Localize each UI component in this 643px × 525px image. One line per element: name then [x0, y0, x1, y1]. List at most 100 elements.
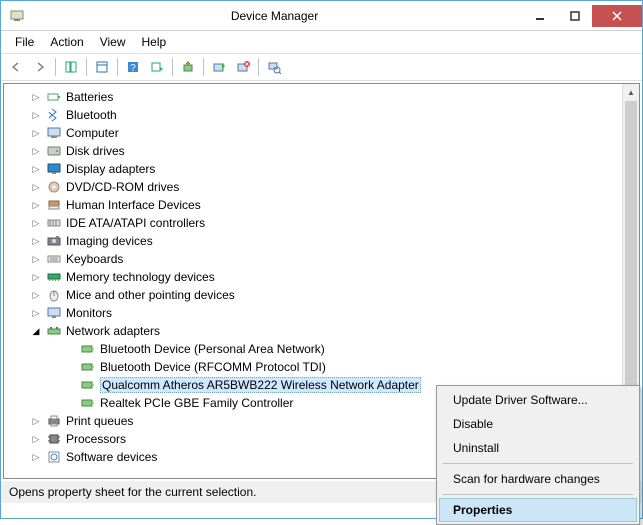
- expand-icon[interactable]: ▷: [30, 145, 42, 157]
- toolbar-separator: [203, 58, 204, 76]
- expand-icon[interactable]: ▷: [30, 253, 42, 265]
- tree-category[interactable]: ▷ IDE ATA/ATAPI controllers: [4, 214, 639, 232]
- category-label: Batteries: [66, 90, 113, 104]
- status-text: Opens property sheet for the current sel…: [9, 485, 256, 499]
- forward-button[interactable]: [29, 56, 51, 78]
- nic-icon: [80, 359, 96, 375]
- show-hide-console-button[interactable]: [60, 56, 82, 78]
- menu-help[interactable]: Help: [134, 33, 175, 51]
- context-menu-separator: [443, 463, 633, 464]
- device-label: Realtek PCIe GBE Family Controller: [100, 396, 293, 410]
- network-icon: [46, 323, 62, 339]
- scroll-thumb[interactable]: [625, 101, 637, 389]
- expand-icon[interactable]: ▷: [30, 181, 42, 193]
- expand-icon[interactable]: ▷: [30, 307, 42, 319]
- minimize-button[interactable]: [522, 5, 557, 27]
- expand-icon[interactable]: ▷: [30, 235, 42, 247]
- toolbar-separator: [117, 58, 118, 76]
- expand-icon[interactable]: ▷: [30, 127, 42, 139]
- tree-category[interactable]: ▷Imaging devices: [4, 232, 639, 250]
- context-menu-item[interactable]: Properties: [439, 498, 637, 522]
- category-label: Human Interface Devices: [66, 198, 201, 212]
- battery-icon: [46, 89, 62, 105]
- toolbar-separator: [258, 58, 259, 76]
- uninstall-button[interactable]: [232, 56, 254, 78]
- expand-icon[interactable]: ▷: [30, 271, 42, 283]
- ide-icon: [46, 215, 62, 231]
- app-icon: [9, 7, 27, 25]
- nic-icon: [80, 377, 96, 393]
- tree-device[interactable]: Bluetooth Device (Personal Area Network): [4, 340, 639, 358]
- context-menu-item[interactable]: Disable: [439, 412, 637, 436]
- expand-icon[interactable]: ▷: [30, 415, 42, 427]
- tree-category[interactable]: ▷ Mice and other pointing devices: [4, 286, 639, 304]
- enable-button[interactable]: [208, 56, 230, 78]
- tree-category[interactable]: ▷ Batteries: [4, 88, 639, 106]
- tree-category[interactable]: ▷ Monitors: [4, 304, 639, 322]
- tree-category[interactable]: ▷ Disk drives: [4, 142, 639, 160]
- window-controls: [522, 5, 642, 27]
- printer-icon: [46, 413, 62, 429]
- help-button[interactable]: ?: [122, 56, 144, 78]
- window-title: Device Manager: [27, 9, 522, 23]
- category-label: Software devices: [66, 450, 157, 464]
- expander-placeholder: [64, 343, 76, 355]
- tree-device[interactable]: Bluetooth Device (RFCOMM Protocol TDI): [4, 358, 639, 376]
- menu-file[interactable]: File: [7, 33, 42, 51]
- scan-hardware-button[interactable]: [263, 56, 285, 78]
- bluetooth-icon: [46, 107, 62, 123]
- category-label: Disk drives: [66, 144, 125, 158]
- expander-placeholder: [64, 379, 76, 391]
- context-menu: Update Driver Software...DisableUninstal…: [436, 385, 640, 525]
- category-label: Network adapters: [66, 324, 160, 338]
- context-menu-separator: [443, 494, 633, 495]
- menu-action[interactable]: Action: [42, 33, 91, 51]
- expander-placeholder: [64, 361, 76, 373]
- computer-icon: [46, 125, 62, 141]
- scroll-up-button[interactable]: ▲: [623, 84, 639, 101]
- context-menu-item[interactable]: Update Driver Software...: [439, 388, 637, 412]
- device-label: Qualcomm Atheros AR5BWB222 Wireless Netw…: [100, 377, 421, 393]
- category-label: Print queues: [66, 414, 133, 428]
- expand-icon[interactable]: ▷: [30, 109, 42, 121]
- tree-category[interactable]: ▷ Display adapters: [4, 160, 639, 178]
- expand-icon[interactable]: ▷: [30, 217, 42, 229]
- mouse-icon: [46, 287, 62, 303]
- category-label: IDE ATA/ATAPI controllers: [66, 216, 205, 230]
- properties-button[interactable]: [91, 56, 113, 78]
- svg-text:?: ?: [130, 63, 136, 74]
- maximize-button[interactable]: [557, 5, 592, 27]
- context-menu-item[interactable]: Uninstall: [439, 436, 637, 460]
- collapse-icon[interactable]: ◢: [30, 325, 42, 337]
- close-button[interactable]: [592, 5, 642, 27]
- category-label: Monitors: [66, 306, 112, 320]
- menu-view[interactable]: View: [92, 33, 134, 51]
- category-label: Keyboards: [66, 252, 123, 266]
- category-label: Display adapters: [66, 162, 155, 176]
- expand-icon[interactable]: ▷: [30, 433, 42, 445]
- category-label: Bluetooth: [66, 108, 117, 122]
- tree-category[interactable]: ▷ Bluetooth: [4, 106, 639, 124]
- imaging-icon: [46, 233, 62, 249]
- tree-category[interactable]: ▷Memory technology devices: [4, 268, 639, 286]
- processor-icon: [46, 431, 62, 447]
- tree-category[interactable]: ▷ Keyboards: [4, 250, 639, 268]
- expand-icon[interactable]: ▷: [30, 199, 42, 211]
- expand-icon[interactable]: ▷: [30, 289, 42, 301]
- hid-icon: [46, 197, 62, 213]
- action-button[interactable]: [146, 56, 168, 78]
- expand-icon[interactable]: ▷: [30, 451, 42, 463]
- memory-icon: [46, 269, 62, 285]
- expand-icon[interactable]: ▷: [30, 163, 42, 175]
- update-driver-button[interactable]: [177, 56, 199, 78]
- back-button[interactable]: [5, 56, 27, 78]
- titlebar: Device Manager: [1, 1, 642, 31]
- context-menu-item[interactable]: Scan for hardware changes: [439, 467, 637, 491]
- category-label: Mice and other pointing devices: [66, 288, 235, 302]
- expand-icon[interactable]: ▷: [30, 91, 42, 103]
- tree-category[interactable]: ▷Computer: [4, 124, 639, 142]
- tree-category[interactable]: ▷DVD/CD-ROM drives: [4, 178, 639, 196]
- tree-category[interactable]: ▷ Human Interface Devices: [4, 196, 639, 214]
- tree-category[interactable]: ◢ Network adapters: [4, 322, 639, 340]
- toolbar: ?: [1, 53, 642, 81]
